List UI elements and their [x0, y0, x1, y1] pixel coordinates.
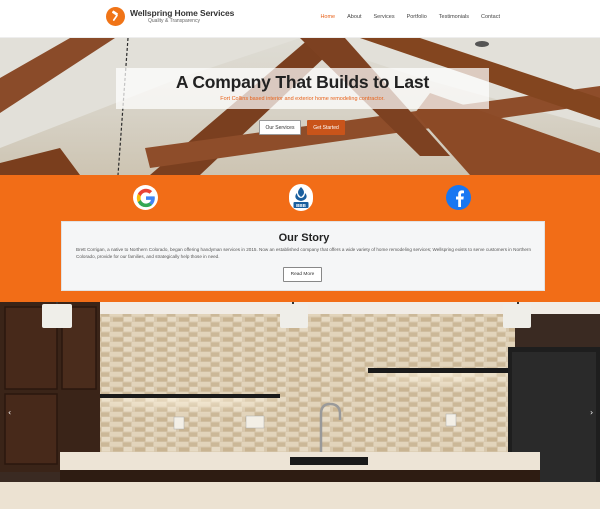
- carousel-next-button[interactable]: ›: [590, 408, 593, 417]
- google-icon[interactable]: [133, 185, 158, 210]
- read-more-button[interactable]: Read More: [283, 267, 322, 282]
- nav-services[interactable]: Services: [373, 14, 394, 20]
- nav-about[interactable]: About: [347, 14, 361, 20]
- hammer-logo-icon: [106, 7, 125, 26]
- story-text: Brett Corrigan, a native to Northern Col…: [76, 247, 532, 259]
- kitchen-carousel: [0, 302, 600, 509]
- bbb-label: BBB: [296, 203, 306, 208]
- hero-subtitle: Fort Collins based interior and exterior…: [220, 96, 385, 102]
- brand-tagline: Quality & Transparency: [148, 18, 200, 25]
- our-services-button[interactable]: Our Services: [259, 120, 301, 135]
- brand[interactable]: Wellspring Home Services Quality & Trans…: [106, 7, 234, 26]
- nav-home[interactable]: Home: [320, 14, 335, 20]
- main-nav: Home About Services Portfolio Testimonia…: [320, 14, 500, 20]
- hero-title: A Company That Builds to Last: [175, 72, 430, 92]
- story-title: Our Story: [278, 232, 330, 244]
- nav-testimonials[interactable]: Testimonials: [439, 14, 469, 20]
- brand-name: Wellspring Home Services: [130, 7, 235, 18]
- facebook-icon[interactable]: [446, 185, 471, 210]
- kitchen-image: [0, 302, 600, 509]
- nav-contact[interactable]: Contact: [481, 14, 500, 20]
- bbb-icon[interactable]: BBB: [289, 184, 313, 211]
- page: Wellspring Home Services Quality & Trans…: [0, 0, 600, 509]
- nav-portfolio[interactable]: Portfolio: [407, 14, 427, 20]
- site-header: Wellspring Home Services Quality & Trans…: [0, 0, 600, 38]
- carousel-prev-button[interactable]: ‹: [8, 408, 11, 417]
- get-started-button[interactable]: Get Started: [307, 120, 345, 135]
- hero-section: A Company That Builds to Last Fort Colli…: [0, 38, 600, 175]
